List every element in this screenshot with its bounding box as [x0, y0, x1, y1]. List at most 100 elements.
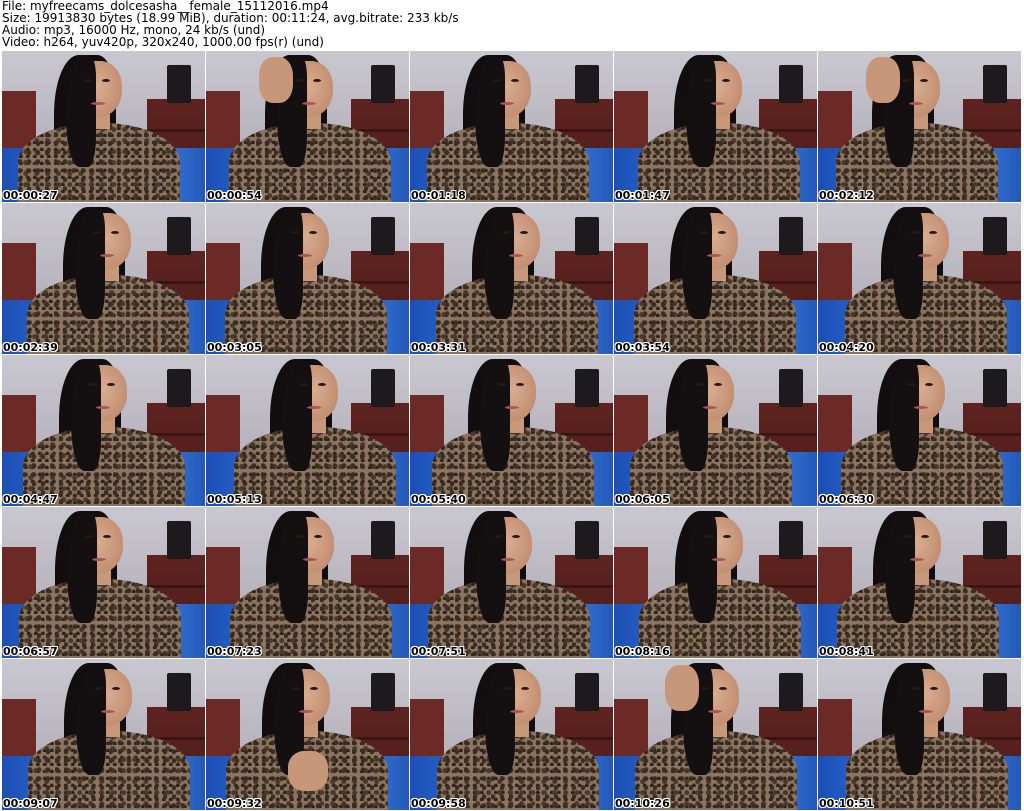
video-thumbnail[interactable]: 00:09:58	[410, 659, 613, 810]
mouth	[708, 710, 722, 713]
video-thumbnail[interactable]: 00:05:13	[206, 355, 409, 506]
eye	[85, 535, 93, 538]
file-info-header: File: myfreecams_dolcesasha__female_1511…	[2, 0, 1020, 50]
eye	[714, 383, 722, 386]
speaker	[167, 369, 191, 407]
speaker	[167, 65, 191, 103]
video-thumbnail[interactable]: 00:00:27	[2, 51, 205, 202]
eye	[93, 231, 101, 234]
timestamp-label: 00:06:05	[615, 493, 670, 506]
speaker	[983, 65, 1007, 103]
eye	[494, 535, 502, 538]
video-thumbnail[interactable]: 00:00:54	[206, 51, 409, 202]
eye	[925, 383, 933, 386]
video-thumbnail[interactable]: 00:09:32	[206, 659, 409, 810]
video-thumbnail[interactable]: 00:04:47	[2, 355, 205, 506]
eye	[84, 79, 92, 82]
eye	[102, 79, 110, 82]
mouth	[500, 102, 514, 105]
mouth	[510, 710, 524, 713]
eye	[300, 383, 308, 386]
video-thumbnail[interactable]: 00:02:12	[818, 51, 1021, 202]
speaker	[983, 369, 1007, 407]
video-thumbnail[interactable]: 00:09:07	[2, 659, 205, 810]
eye	[723, 535, 731, 538]
eye	[103, 535, 111, 538]
eye	[89, 383, 97, 386]
eye	[696, 383, 704, 386]
speaker	[371, 217, 395, 255]
video-thumbnail[interactable]: 00:05:40	[410, 355, 613, 506]
video-thumbnail[interactable]: 00:01:18	[410, 51, 613, 202]
eye	[502, 231, 510, 234]
timestamp-label: 00:09:58	[411, 797, 466, 810]
speaker	[167, 521, 191, 559]
eye	[296, 535, 304, 538]
eye	[700, 231, 708, 234]
eye	[498, 383, 506, 386]
video-thumbnail[interactable]: 00:01:47	[614, 51, 817, 202]
eye	[719, 687, 727, 690]
speaker	[983, 217, 1007, 255]
eye	[907, 383, 915, 386]
video-thumbnail[interactable]: 00:03:05	[206, 203, 409, 354]
eye	[313, 79, 321, 82]
hair-strand	[485, 665, 515, 775]
mouth	[707, 254, 721, 257]
timestamp-label: 00:00:27	[3, 189, 58, 202]
eye	[107, 383, 115, 386]
video-thumbnail[interactable]: 00:02:39	[2, 203, 205, 354]
timestamp-label: 00:02:39	[3, 341, 58, 354]
video-thumbnail[interactable]: 00:10:51	[818, 659, 1021, 810]
eye	[704, 79, 712, 82]
speaker	[779, 369, 803, 407]
timestamp-label: 00:04:47	[3, 493, 58, 506]
timestamp-label: 00:05:40	[411, 493, 466, 506]
speaker	[371, 65, 395, 103]
speaker	[167, 673, 191, 711]
eye	[318, 383, 326, 386]
hair-strand	[889, 361, 919, 471]
eye	[920, 79, 928, 82]
timestamp-label: 00:04:20	[819, 341, 874, 354]
eye	[516, 383, 524, 386]
mouth	[299, 710, 313, 713]
eye	[94, 687, 102, 690]
timestamp-label: 00:05:13	[207, 493, 262, 506]
video-thumbnail[interactable]: 00:07:51	[410, 507, 613, 658]
video-thumbnail[interactable]: 00:06:57	[2, 507, 205, 658]
hair-strand	[282, 361, 312, 471]
eye	[903, 535, 911, 538]
eye	[705, 535, 713, 538]
video-thumbnail[interactable]: 00:10:26	[614, 659, 817, 810]
eye	[512, 535, 520, 538]
video-thumbnail[interactable]: 00:06:05	[614, 355, 817, 506]
raised-hand	[866, 57, 900, 103]
hair-strand	[475, 57, 505, 167]
hair-strand	[893, 209, 923, 319]
timestamp-label: 00:03:31	[411, 341, 466, 354]
video-thumbnail[interactable]: 00:08:16	[614, 507, 817, 658]
video-thumbnail[interactable]: 00:07:23	[206, 507, 409, 658]
video-thumbnail[interactable]: 00:04:20	[818, 203, 1021, 354]
speaker	[575, 65, 599, 103]
eye	[291, 231, 299, 234]
eye	[292, 687, 300, 690]
thumbnail-grid: 00:00:27 00:00:54 00:01:18 00:01:47 00:02:12…	[2, 51, 1022, 810]
eye	[701, 687, 709, 690]
mouth	[703, 406, 717, 409]
mouth	[303, 558, 317, 561]
video-thumbnail[interactable]: 00:03:31	[410, 203, 613, 354]
clasped-hands	[288, 751, 328, 791]
mouth	[91, 102, 105, 105]
eye	[921, 535, 929, 538]
eye	[902, 79, 910, 82]
video-thumbnail[interactable]: 00:08:41	[818, 507, 1021, 658]
video-thumbnail[interactable]: 00:03:54	[614, 203, 817, 354]
mouth	[918, 254, 932, 257]
eye	[111, 231, 119, 234]
mouth	[101, 710, 115, 713]
eye	[503, 687, 511, 690]
video-thumbnail[interactable]: 00:06:30	[818, 355, 1021, 506]
hair-strand	[71, 361, 101, 471]
